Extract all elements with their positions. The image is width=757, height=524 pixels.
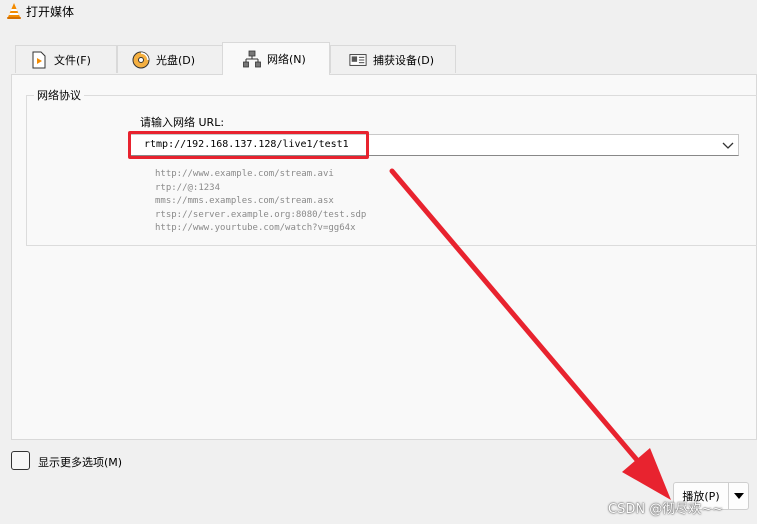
play-dropdown-button[interactable] xyxy=(729,482,749,510)
example-url: http://www.example.com/stream.avi xyxy=(155,169,334,179)
chevron-down-icon[interactable] xyxy=(722,139,734,151)
example-url: mms://mms.examples.com/stream.asx xyxy=(155,196,334,206)
more-options-checkbox[interactable] xyxy=(11,451,30,470)
tab-capture-device[interactable]: 捕获设备(D) xyxy=(330,45,456,73)
tab-label: 光盘(D) xyxy=(156,53,196,67)
title-bar: 打开媒体 xyxy=(0,0,757,22)
more-options-label[interactable]: 显示更多选项(M) xyxy=(38,454,122,470)
file-play-icon xyxy=(30,51,48,69)
caret-down-icon xyxy=(733,493,744,499)
url-examples: http://www.example.com/stream.avi rtp://… xyxy=(155,168,366,236)
tab-network[interactable]: 网络(N) xyxy=(222,42,330,75)
tab-label: 网络(N) xyxy=(267,53,306,66)
example-url: rtsp://server.example.org:8080/test.sdp xyxy=(155,209,367,220)
url-value[interactable]: rtmp://192.168.137.128/live1/test1 xyxy=(144,139,349,150)
network-icon xyxy=(243,50,261,68)
group-title: 网络协议 xyxy=(34,87,84,103)
disc-icon xyxy=(132,51,150,69)
tab-label: 捕获设备(D) xyxy=(373,53,435,67)
url-input[interactable]: rtmp://192.168.137.128/live1/test1 xyxy=(130,134,739,156)
capture-card-icon xyxy=(349,51,367,69)
example-url: rtp://@:1234 xyxy=(155,182,221,193)
url-label: 请输入网络 URL: xyxy=(140,116,225,129)
tab-file[interactable]: 文件(F) xyxy=(15,45,117,73)
window-title: 打开媒体 xyxy=(26,5,75,19)
tab-label: 文件(F) xyxy=(54,53,91,67)
vlc-cone-icon xyxy=(7,3,21,19)
example-url: http://www.yourtube.com/watch?v=gg64x xyxy=(155,223,356,233)
network-protocol-group xyxy=(26,95,757,246)
watermark: CSDN @彻尽欢~~ xyxy=(608,502,723,517)
tab-disc[interactable]: 光盘(D) xyxy=(117,45,223,73)
